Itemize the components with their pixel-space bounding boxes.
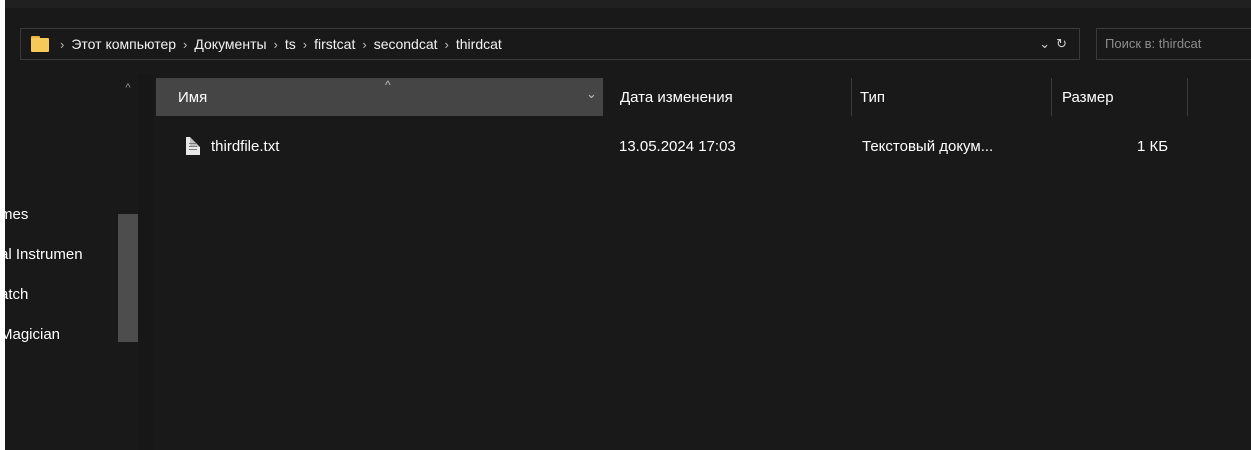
nav-scrollbar-thumb[interactable] [118,214,138,342]
address-controls: ⌄ ↻ [1039,29,1067,59]
column-header-date[interactable]: Дата изменения [613,78,851,116]
column-name-label: Имя [178,88,208,106]
column-date-label: Дата изменения [620,88,733,106]
breadcrumb-this-pc[interactable]: Этот компьютер [71,36,176,52]
column-type-label: Тип [860,88,886,106]
ribbon-strip [5,0,1251,8]
file-row[interactable]: thirdfile.txt 13.05.2024 17:03 Текстовый… [156,128,1251,164]
nav-item[interactable]: mes [5,206,28,223]
chevron-right-icon[interactable]: › [274,37,278,52]
chevron-down-icon[interactable]: ⌄ [586,86,597,102]
breadcrumb-thirdcat[interactable]: thirdcat [456,36,502,52]
text-file-icon [186,137,200,155]
breadcrumb-secondcat[interactable]: secondcat [374,36,438,52]
chevron-right-icon[interactable]: › [183,37,187,52]
column-divider[interactable] [1051,78,1052,116]
chevron-right-icon[interactable]: › [362,37,366,52]
nav-item[interactable]: atch [5,286,28,303]
explorer-window: › Этот компьютер › Документы › ts › firs… [5,0,1251,450]
nav-item[interactable]: al Instrumen [5,246,83,263]
file-type: Текстовый докум... [862,137,994,155]
scroll-up-icon[interactable]: ^ [118,82,138,98]
chevron-down-icon[interactable]: ⌄ [1039,36,1050,52]
address-bar[interactable]: › Этот компьютер › Документы › ts › firs… [20,28,1080,60]
file-date: 13.05.2024 17:03 [619,137,736,155]
file-list-pane: Имя ^ ⌄ Дата изменения Тип Размер thirdf… [153,74,1251,450]
sort-ascending-icon: ^ [385,78,391,92]
breadcrumb-firstcat[interactable]: firstcat [314,36,355,52]
chevron-right-icon[interactable]: › [303,37,307,52]
breadcrumb-ts[interactable]: ts [285,36,296,52]
file-size: 1 КБ [1137,137,1169,155]
search-box[interactable] [1096,28,1251,60]
column-header-size[interactable]: Размер [1053,78,1188,116]
file-name[interactable]: thirdfile.txt [211,138,279,155]
refresh-icon[interactable]: ↻ [1056,36,1067,52]
search-input[interactable] [1097,29,1251,51]
chevron-right-icon[interactable]: › [445,37,449,52]
address-row: › Этот компьютер › Документы › ts › firs… [5,20,1251,70]
nav-item[interactable]: Magician [5,326,60,343]
folder-icon [31,36,49,52]
column-header-name[interactable]: Имя ^ ⌄ [156,78,603,116]
chevron-right-icon[interactable]: › [60,37,64,52]
breadcrumb-documents[interactable]: Документы [194,36,266,52]
column-size-label: Размер [1062,88,1114,106]
column-header-type[interactable]: Тип [851,78,1051,116]
